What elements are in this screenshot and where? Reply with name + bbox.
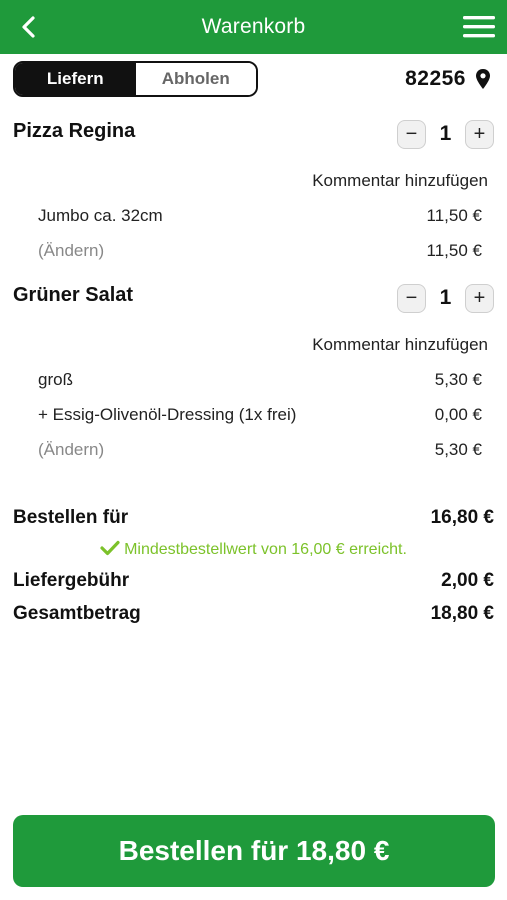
- total-row: Gesamtbetrag 18,80 €: [13, 603, 494, 629]
- increase-quantity-button[interactable]: +: [465, 119, 494, 149]
- checkmark-icon: [100, 540, 120, 556]
- add-comment-link[interactable]: Kommentar hinzufügen: [312, 171, 488, 191]
- map-pin-icon: [476, 69, 490, 89]
- app-header: Warenkorb: [0, 0, 507, 54]
- min-order-notice: Mindestbestellwert von 16,00 € erreicht.: [0, 540, 507, 562]
- option-label: Jumbo ca. 32cm: [38, 206, 163, 225]
- quantity-stepper: − 1 +: [397, 282, 494, 314]
- decrease-quantity-button[interactable]: −: [397, 283, 426, 313]
- add-comment-link[interactable]: Kommentar hinzufügen: [312, 335, 488, 355]
- cart-item-change-line: (Ändern) 5,30 €: [38, 440, 482, 464]
- change-item-link[interactable]: (Ändern): [38, 440, 104, 460]
- option-price: 5,30 €: [434, 370, 482, 389]
- option-price: 0,00 €: [434, 405, 482, 424]
- page-title: Warenkorb: [201, 15, 306, 38]
- cart-item-name: Grüner Salat: [13, 284, 134, 306]
- delivery-mode-toggle: Liefern Abholen: [13, 61, 258, 97]
- zip-code: 82256: [405, 67, 466, 90]
- delivery-fee-row: Liefergebühr 2,00 €: [13, 570, 494, 596]
- option-label: groß: [38, 370, 73, 389]
- hamburger-menu-icon[interactable]: [461, 11, 497, 43]
- option-price: 11,50 €: [426, 206, 482, 225]
- quantity-stepper: − 1 +: [397, 118, 494, 150]
- delivery-fee-label: Liefergebühr: [13, 570, 130, 591]
- cart-item-option-line: groß 5,30 €: [38, 370, 482, 394]
- item-total-price: 5,30 €: [434, 440, 482, 459]
- decrease-quantity-button[interactable]: −: [397, 119, 426, 149]
- increase-quantity-button[interactable]: +: [465, 283, 494, 313]
- place-order-button[interactable]: Bestellen für 18,80 €: [13, 815, 495, 887]
- subtotal-label: Bestellen für: [13, 507, 129, 528]
- option-label: + Essig-Olivenöl-Dressing (1x frei): [38, 405, 297, 424]
- quantity-value: 1: [439, 286, 452, 309]
- cart-item-name: Pizza Regina: [13, 120, 136, 142]
- total-value: 18,80 €: [430, 603, 494, 624]
- delivery-option-liefern[interactable]: Liefern: [15, 63, 136, 95]
- cart-item-change-line: (Ändern) 11,50 €: [38, 241, 482, 265]
- delivery-fee-value: 2,00 €: [441, 570, 494, 591]
- location-selector[interactable]: 82256: [405, 64, 491, 94]
- change-item-link[interactable]: (Ändern): [38, 241, 104, 261]
- subtotal-row: Bestellen für 16,80 €: [13, 507, 494, 533]
- cart-item-option-line: Jumbo ca. 32cm 11,50 €: [38, 206, 482, 230]
- delivery-option-abholen[interactable]: Abholen: [135, 63, 256, 95]
- quantity-value: 1: [439, 122, 452, 145]
- cart-item-option-line: + Essig-Olivenöl-Dressing (1x frei) 0,00…: [38, 405, 482, 429]
- total-label: Gesamtbetrag: [13, 603, 141, 624]
- min-order-message: Mindestbestellwert von 16,00 € erreicht.: [124, 541, 407, 558]
- subtotal-value: 16,80 €: [430, 507, 494, 528]
- item-total-price: 11,50 €: [426, 241, 482, 260]
